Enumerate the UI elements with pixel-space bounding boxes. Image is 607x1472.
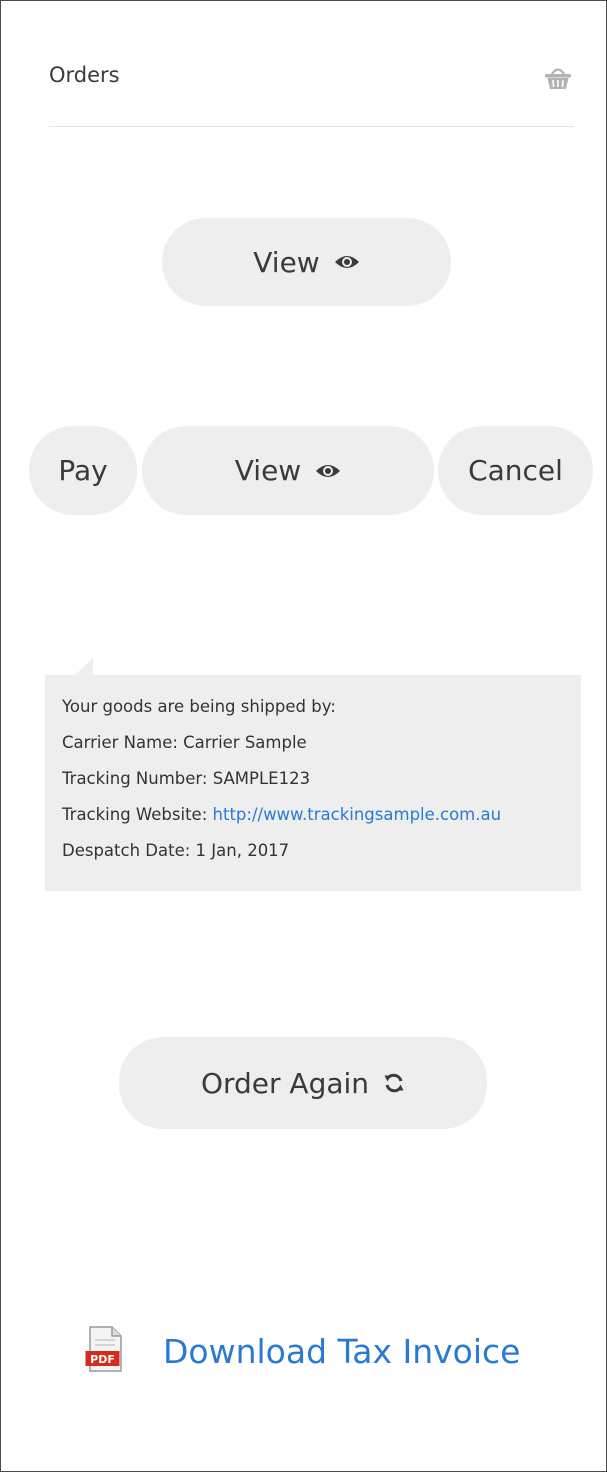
eye-icon xyxy=(334,253,360,271)
view-button-label: View xyxy=(234,454,302,487)
cancel-button-label: Cancel xyxy=(468,454,563,487)
view-button-label: View xyxy=(253,245,320,279)
refresh-icon xyxy=(383,1072,405,1094)
pdf-icon: PDF xyxy=(85,1326,125,1376)
shipping-intro: Your goods are being shipped by: xyxy=(62,697,336,716)
page-title: Orders xyxy=(49,63,120,87)
despatch-date: Despatch Date: 1 Jan, 2017 xyxy=(62,841,290,860)
orders-header: Orders xyxy=(49,1,574,127)
cancel-button[interactable]: Cancel xyxy=(438,426,593,515)
carrier-name: Carrier Name: Carrier Sample xyxy=(62,733,307,752)
orders-panel: Orders View Pay View Cancel Your goods a… xyxy=(0,0,607,1472)
tracking-website-link[interactable]: http://www.trackingsample.com.au xyxy=(213,805,502,824)
download-tax-invoice-link[interactable]: PDF Download Tax Invoice xyxy=(85,1321,520,1381)
tracking-website-label: Tracking Website: xyxy=(62,805,213,824)
tracking-website: Tracking Website: http://www.trackingsam… xyxy=(62,805,581,826)
pdf-icon-text: PDF xyxy=(90,1353,115,1366)
shipping-info: Your goods are being shipped by: Carrier… xyxy=(45,658,581,891)
tracking-number: Tracking Number: SAMPLE123 xyxy=(62,769,311,788)
order-again-button[interactable]: Order Again xyxy=(119,1037,487,1129)
speech-bubble-tail xyxy=(75,658,93,675)
pay-button-label: Pay xyxy=(58,454,108,487)
view-order-button[interactable]: View xyxy=(142,426,434,515)
eye-icon xyxy=(315,462,341,480)
basket-icon[interactable] xyxy=(542,61,574,93)
order-again-label: Order Again xyxy=(200,1066,370,1100)
view-order-button[interactable]: View xyxy=(162,218,451,306)
download-tax-invoice-label: Download Tax Invoice xyxy=(163,1331,521,1371)
pay-button[interactable]: Pay xyxy=(29,426,137,515)
